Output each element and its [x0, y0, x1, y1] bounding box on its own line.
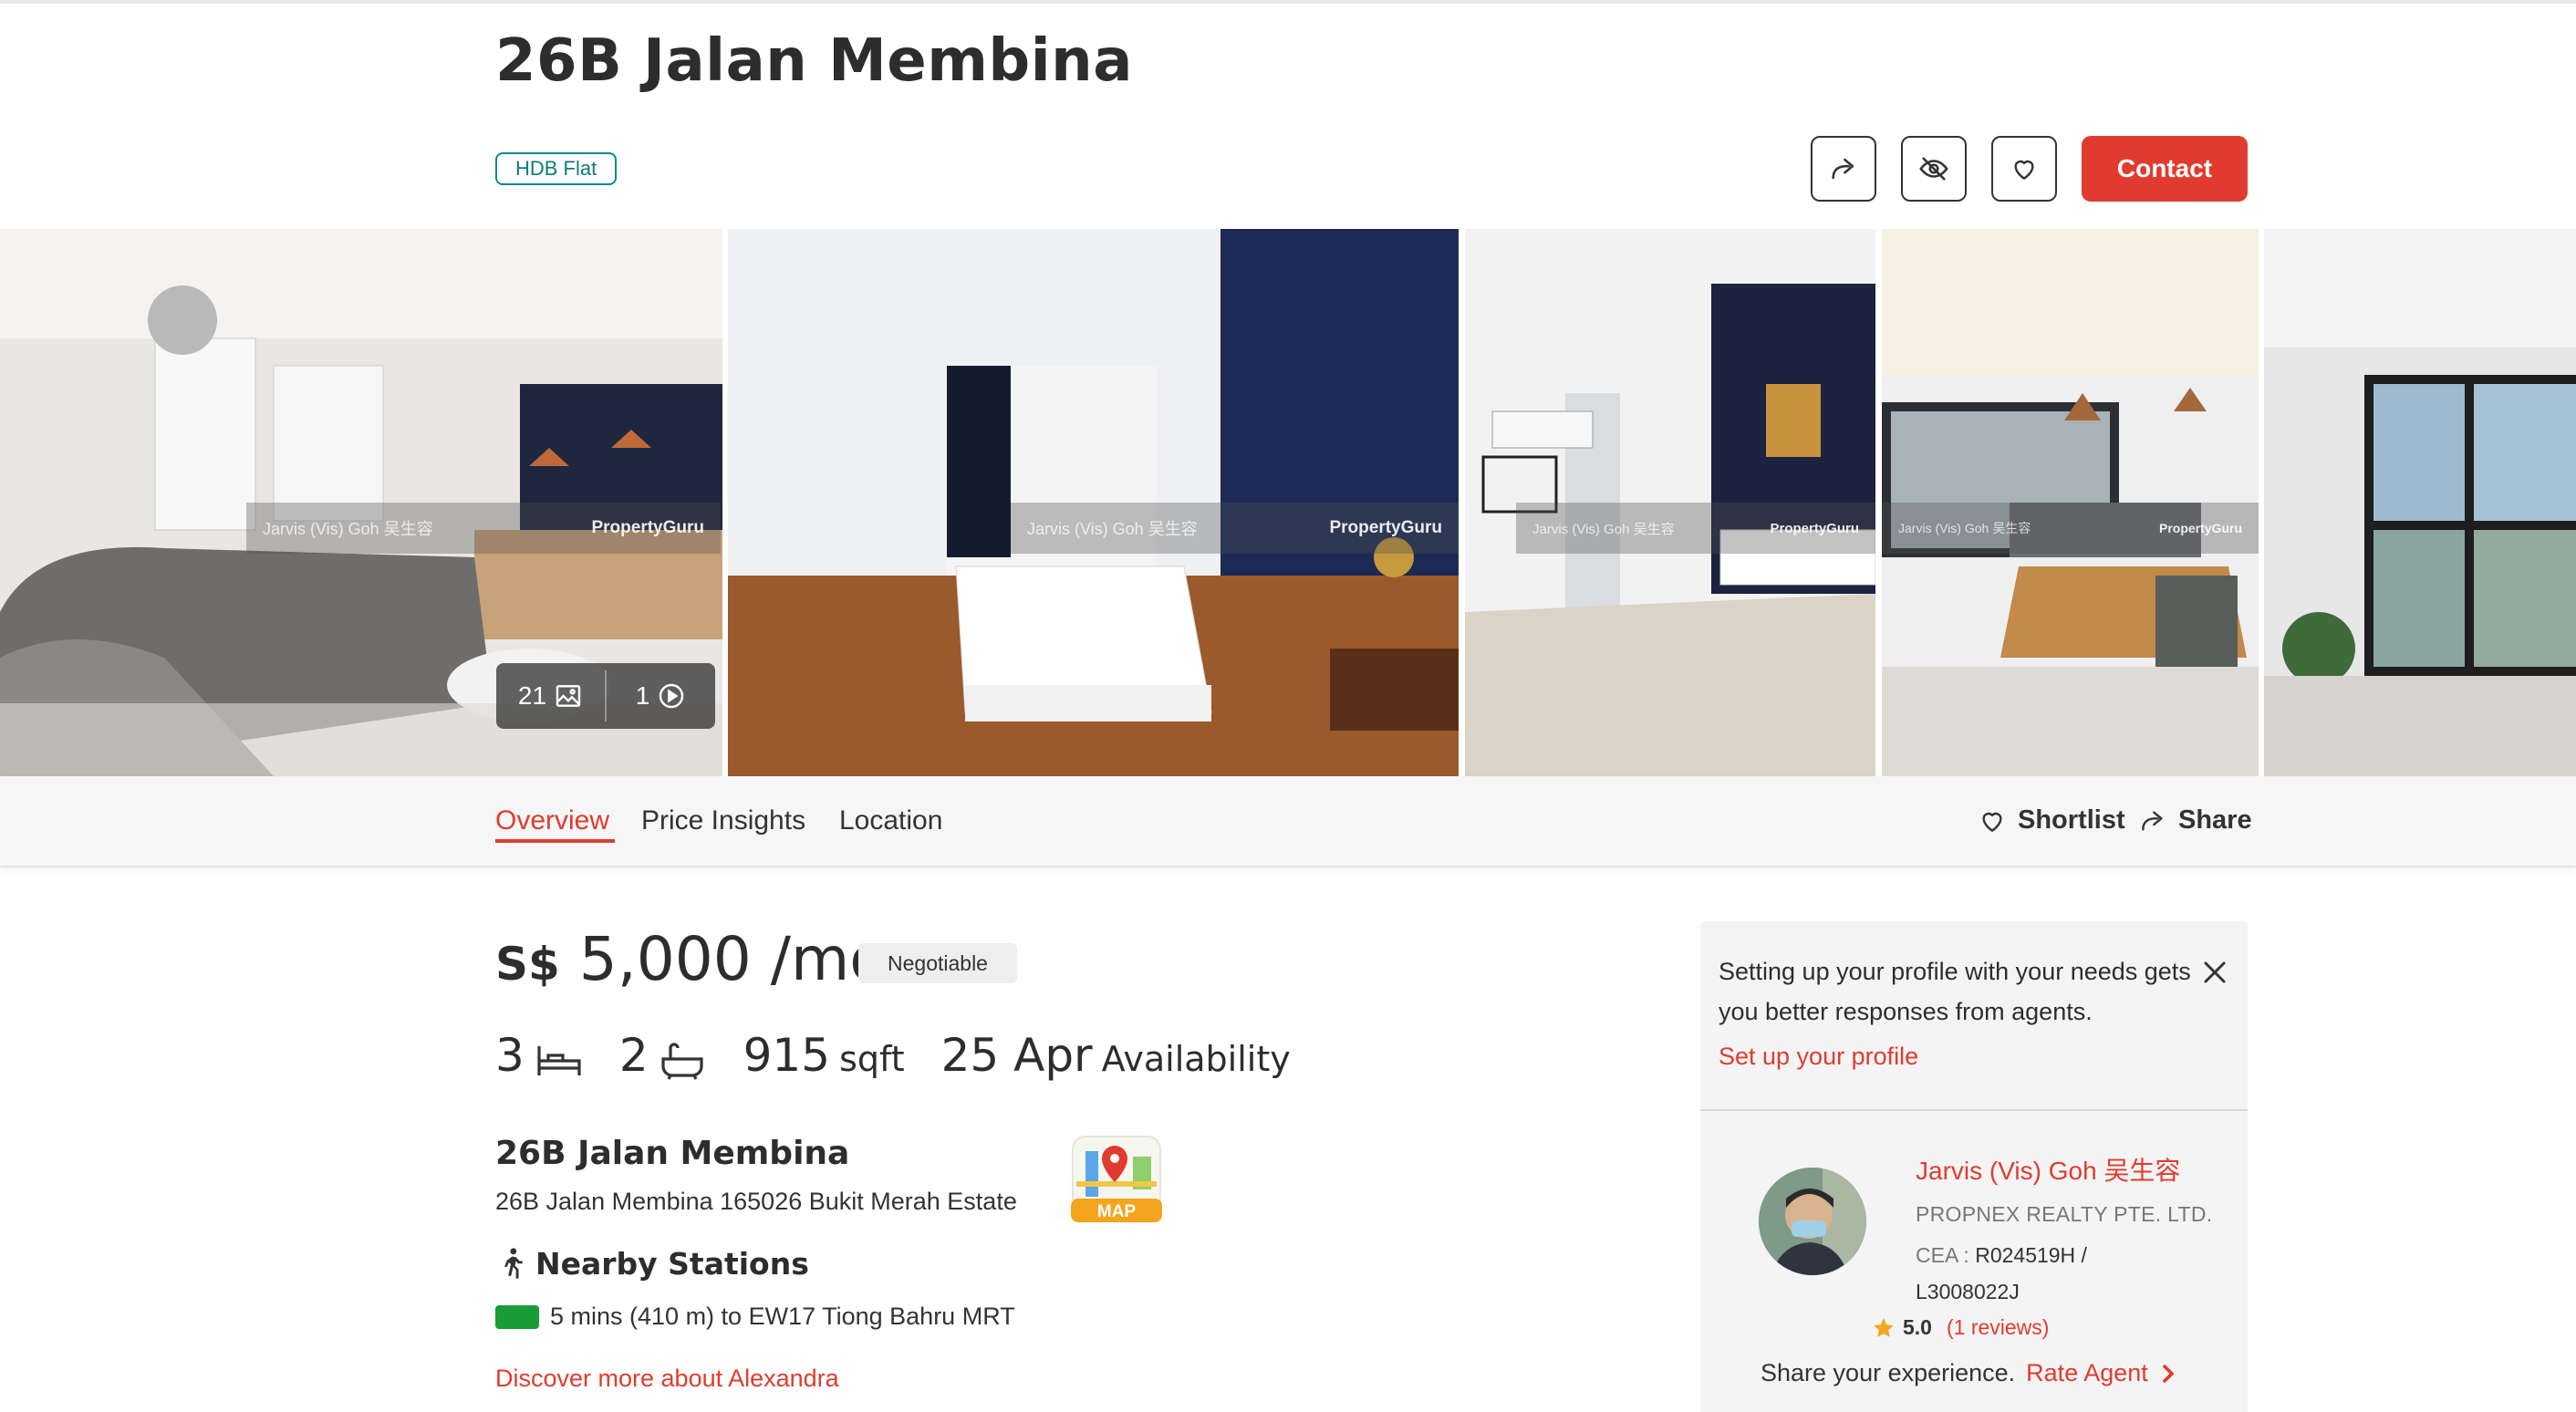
agency-name: PROPNEX REALTY PTE. LTD. [1916, 1202, 2213, 1226]
availability-label: Availability [1101, 1039, 1291, 1079]
cea-number-2: L3008022J [1916, 1280, 2020, 1303]
media-count-badge[interactable]: 21 1 [496, 663, 715, 729]
nearby-heading-label: Nearby Stations [535, 1246, 809, 1282]
agent-rating: 5.0 (1 reviews) [1872, 1315, 2049, 1340]
photo-gallery[interactable]: Jarvis (Vis) Goh 吴生容 PropertyGuru Jarvis… [0, 229, 2576, 776]
map-icon: MAP [1071, 1136, 1162, 1222]
share-experience-text: Share your experience. [1761, 1359, 2016, 1386]
shortlist-button[interactable]: Shortlist [1978, 805, 2125, 836]
bathtub-icon [661, 1043, 703, 1080]
cea-info: CEA : R024519H / L3008022J [1916, 1237, 2226, 1310]
property-type-tag: HDB Flat [495, 152, 618, 185]
rate-agent-link[interactable]: Rate Agent [2026, 1359, 2148, 1387]
gallery-photo-bedroom[interactable]: Jarvis (Vis) Goh 吴生容 PropertyGuru [728, 229, 1459, 776]
section-tab-bar: Overview Price Insights Location Shortli… [0, 776, 2576, 867]
price-amount: 5,000 [578, 924, 752, 994]
map-button[interactable]: MAP [1069, 1129, 1164, 1224]
listing-title: 26B Jalan Membina [495, 27, 1133, 95]
availability-date: 25 Apr [940, 1029, 1093, 1082]
listing-specs: 3 2 915 sqft 25 Apr Availability [495, 1029, 1291, 1093]
bathroom-count: 2 [618, 1029, 649, 1082]
price-currency: S$ [495, 938, 560, 991]
floor-size: 915 [743, 1029, 831, 1082]
gallery-photo-dining[interactable]: Jarvis (Vis) Goh 吴生容 PropertyGuru [1882, 229, 2259, 776]
gallery-photo-window[interactable] [2264, 229, 2576, 776]
tab-location[interactable]: Location [839, 805, 942, 836]
favourite-button[interactable] [1991, 136, 2057, 202]
bed-icon [537, 1046, 581, 1075]
photo-count-value: 21 [517, 681, 547, 710]
agent-card: Setting up your profile with your needs … [1700, 921, 2248, 1412]
contact-button[interactable]: Contact [2082, 136, 2248, 202]
nearby-stations-heading: Nearby Stations [495, 1246, 809, 1282]
setup-profile-link[interactable]: Set up your profile [1719, 1043, 1918, 1071]
rate-agent-row: Share your experience. Rate Agent [1761, 1359, 2177, 1387]
cea-number: R024519H / [1975, 1243, 2087, 1267]
eye-off-icon [1919, 157, 1948, 181]
bedroom-count: 3 [495, 1029, 525, 1082]
share-tab-button[interactable]: Share [2138, 805, 2252, 836]
photo-watermark: Jarvis (Vis) Goh 吴生容 PropertyGuru [246, 503, 721, 554]
active-tab-indicator [495, 839, 615, 843]
video-count[interactable]: 1 [607, 663, 715, 729]
price: S$ 5,000 /mo [495, 924, 887, 994]
address-title: 26B Jalan Membina [495, 1135, 850, 1172]
walking-icon [504, 1247, 523, 1279]
hide-listing-button[interactable] [1901, 136, 1967, 202]
mrt-line-indicator [495, 1304, 539, 1329]
photo-watermark: Jarvis (Vis) Goh 吴生容 PropertyGuru [1516, 503, 1875, 554]
rating-score: 5.0 [1903, 1315, 1932, 1339]
photo-watermark: Jarvis (Vis) Goh 吴生容 PropertyGuru [1011, 503, 1459, 554]
chevron-right-icon[interactable] [2159, 1363, 2177, 1385]
top-border [0, 0, 2576, 4]
discover-area-link[interactable]: Discover more about Alexandra [495, 1365, 839, 1393]
station-text: 5 mins (410 m) to EW17 Tiong Bahru MRT [550, 1303, 1015, 1330]
tab-price-insights[interactable]: Price Insights [641, 805, 805, 836]
share-label: Share [2178, 805, 2252, 835]
shortlist-label: Shortlist [2018, 805, 2125, 835]
video-count-value: 1 [635, 681, 650, 710]
image-icon [556, 685, 581, 707]
agent-avatar[interactable] [1759, 1168, 1866, 1275]
heart-icon [1982, 812, 2002, 832]
profile-prompt-message: Setting up your profile with your needs … [1719, 958, 2191, 1025]
share-arrow-icon [2142, 810, 2163, 831]
negotiable-badge: Negotiable [858, 943, 1017, 983]
address-full: 26B Jalan Membina 165026 Bukit Merah Est… [495, 1188, 1017, 1215]
share-arrow-icon [1832, 158, 1854, 180]
close-icon[interactable] [2197, 954, 2233, 991]
play-icon [660, 683, 684, 709]
star-icon [1874, 1317, 1894, 1337]
floor-size-unit: sqft [839, 1039, 905, 1079]
gallery-photo-hallway[interactable]: Jarvis (Vis) Goh 吴生容 PropertyGuru [1465, 229, 1875, 776]
share-button[interactable] [1811, 136, 1876, 202]
photo-count[interactable]: 21 [496, 663, 605, 729]
tab-overview[interactable]: Overview [495, 805, 609, 836]
heart-icon [2014, 160, 2034, 180]
nearby-station-item: 5 mins (410 m) to EW17 Tiong Bahru MRT [495, 1303, 1015, 1331]
review-count-link[interactable]: (1 reviews) [1947, 1315, 2049, 1340]
cea-label: CEA : [1916, 1243, 1969, 1267]
profile-prompt: Setting up your profile with your needs … [1700, 921, 2248, 1111]
map-label: MAP [1097, 1202, 1137, 1221]
agent-name[interactable]: Jarvis (Vis) Goh 吴生容 [1916, 1151, 2180, 1188]
photo-watermark: Jarvis (Vis) Goh 吴生容 PropertyGuru [1882, 503, 2259, 554]
